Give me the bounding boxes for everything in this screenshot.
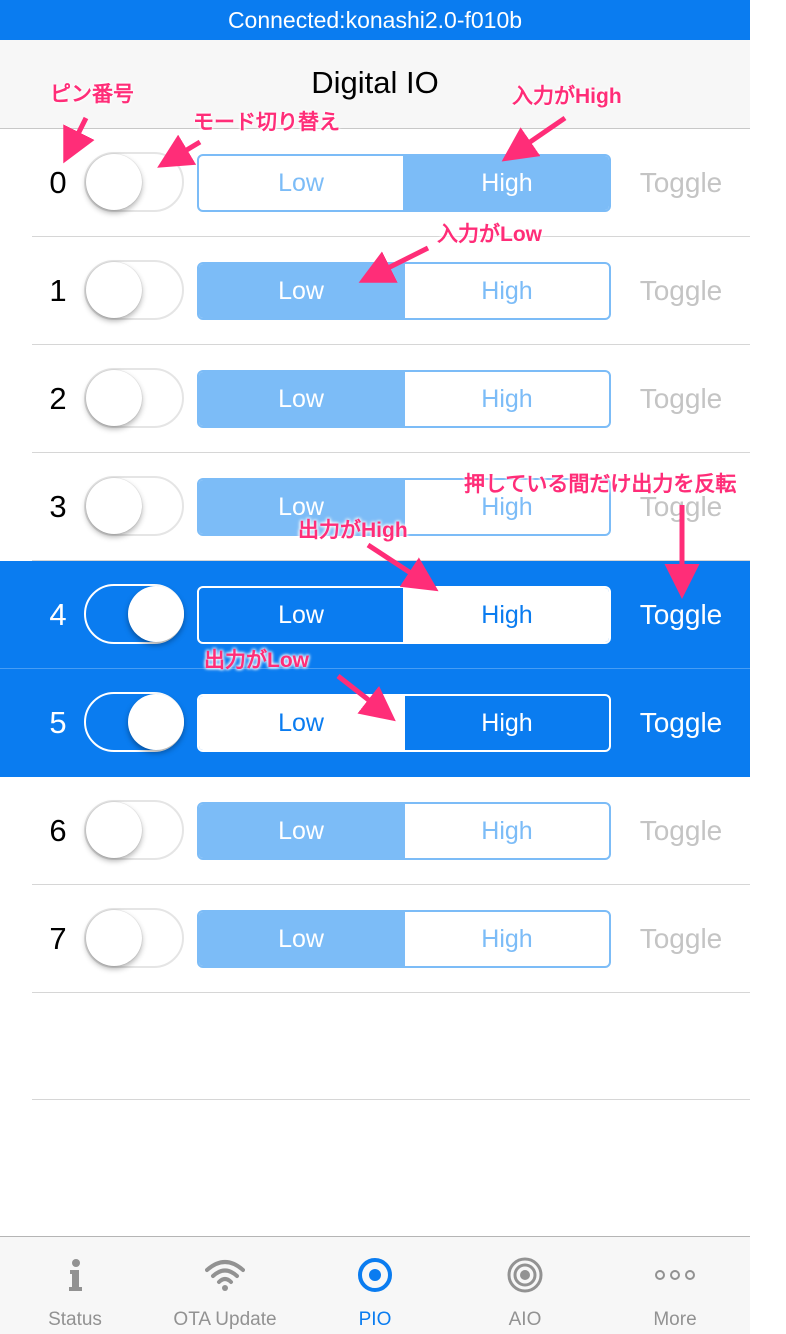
mode-switch[interactable] (84, 368, 184, 428)
annotation-input-high: 入力がHigh (512, 85, 622, 108)
annotation-output-high: 出力がHigh (298, 519, 408, 542)
annotation-pin-number: ピン番号 (50, 83, 134, 106)
pin-row-1: 1 Low High Toggle (0, 237, 750, 345)
mode-switch[interactable] (84, 476, 184, 536)
tab-ota-update[interactable]: OTA Update (150, 1237, 300, 1334)
annotation-toggle-press: 押している間だけ出力を反転 (464, 473, 737, 496)
pin-number: 4 (49, 597, 67, 632)
connection-status-bar: Connected:konashi2.0-f010b (0, 0, 750, 40)
pin-row-5: 5 Low High Toggle (0, 669, 750, 777)
pin-number: 2 (49, 381, 67, 416)
tab-label: PIO (358, 1309, 392, 1330)
mode-switch[interactable] (84, 908, 184, 968)
wifi-icon (205, 1260, 245, 1291)
segment-high[interactable]: High (403, 696, 609, 750)
annotation-output-low: 出力がLow (204, 649, 309, 672)
segment-low[interactable]: Low (199, 588, 403, 642)
pin-row-2: 2 Low High Toggle (0, 345, 750, 453)
segment-high[interactable]: High (403, 372, 609, 426)
toggle-button[interactable]: Toggle (626, 669, 736, 777)
switch-knob (86, 154, 142, 210)
pin-row-4: 4 Low High Toggle (0, 561, 750, 669)
tab-bar: Status OTA Update PIO AIO More (0, 1236, 750, 1334)
switch-knob (86, 478, 142, 534)
pin-number: 5 (49, 705, 67, 740)
switch-knob (128, 586, 184, 642)
toggle-button[interactable]: Toggle (626, 777, 736, 885)
toggle-button[interactable]: Toggle (626, 129, 736, 237)
level-segmented-control[interactable]: Low High (197, 154, 611, 212)
more-icon (655, 1270, 695, 1280)
level-segmented-control[interactable]: Low High (197, 370, 611, 428)
annotation-input-low: 入力がLow (437, 223, 542, 246)
segment-high[interactable]: High (403, 156, 609, 210)
level-segmented-control[interactable]: Low High (197, 694, 611, 752)
annotation-mode-switch: モード切り替え (193, 111, 340, 134)
segment-high[interactable]: High (403, 804, 609, 858)
segment-low[interactable]: Low (199, 804, 403, 858)
pin-number: 3 (49, 489, 67, 524)
tab-status[interactable]: Status (0, 1237, 150, 1334)
segment-low[interactable]: Low (199, 156, 403, 210)
toggle-button[interactable]: Toggle (626, 561, 736, 669)
segment-low[interactable]: Low (199, 372, 403, 426)
tab-label: AIO (508, 1309, 542, 1330)
connection-status-text: Connected:konashi2.0-f010b (227, 6, 523, 33)
segment-high[interactable]: High (403, 588, 609, 642)
tab-aio[interactable]: AIO (450, 1237, 600, 1334)
tab-label: More (653, 1309, 697, 1330)
toggle-button[interactable]: Toggle (626, 237, 736, 345)
pin-number: 0 (49, 165, 67, 200)
segment-low[interactable]: Low (199, 696, 403, 750)
mode-switch[interactable] (84, 692, 184, 752)
mode-switch[interactable] (84, 584, 184, 644)
level-segmented-control[interactable]: Low High (197, 802, 611, 860)
empty-row-divider (32, 1099, 750, 1100)
pin-number: 1 (49, 273, 67, 308)
switch-knob (86, 910, 142, 966)
mode-switch[interactable] (84, 260, 184, 320)
switch-knob (128, 694, 184, 750)
mode-switch[interactable] (84, 800, 184, 860)
page-title: Digital IO (311, 65, 439, 100)
tab-label: Status (48, 1309, 102, 1330)
row-divider (32, 992, 750, 993)
info-icon (69, 1259, 82, 1291)
switch-knob (86, 802, 142, 858)
segment-low[interactable]: Low (199, 264, 403, 318)
segment-high[interactable]: High (403, 912, 609, 966)
level-segmented-control[interactable]: Low High (197, 910, 611, 968)
toggle-button[interactable]: Toggle (626, 885, 736, 993)
mode-switch[interactable] (84, 152, 184, 212)
pin-row-7: 7 Low High Toggle (0, 885, 750, 993)
pin-row-0: 0 Low High Toggle (0, 129, 750, 237)
segment-low[interactable]: Low (199, 912, 403, 966)
tab-more[interactable]: More (600, 1237, 750, 1334)
switch-knob (86, 262, 142, 318)
level-segmented-control[interactable]: Low High (197, 262, 611, 320)
pio-icon (358, 1258, 392, 1292)
tab-pio[interactable]: PIO (300, 1237, 450, 1334)
aio-icon (507, 1257, 543, 1293)
pin-number: 6 (49, 813, 67, 848)
app-screen: Connected:konashi2.0-f010b Digital IO 0 … (0, 0, 750, 1334)
level-segmented-control[interactable]: Low High (197, 586, 611, 644)
switch-knob (86, 370, 142, 426)
pin-row-6: 6 Low High Toggle (0, 777, 750, 885)
toggle-button[interactable]: Toggle (626, 345, 736, 453)
tab-label: OTA Update (173, 1309, 277, 1330)
pin-number: 7 (49, 921, 67, 956)
segment-high[interactable]: High (403, 264, 609, 318)
